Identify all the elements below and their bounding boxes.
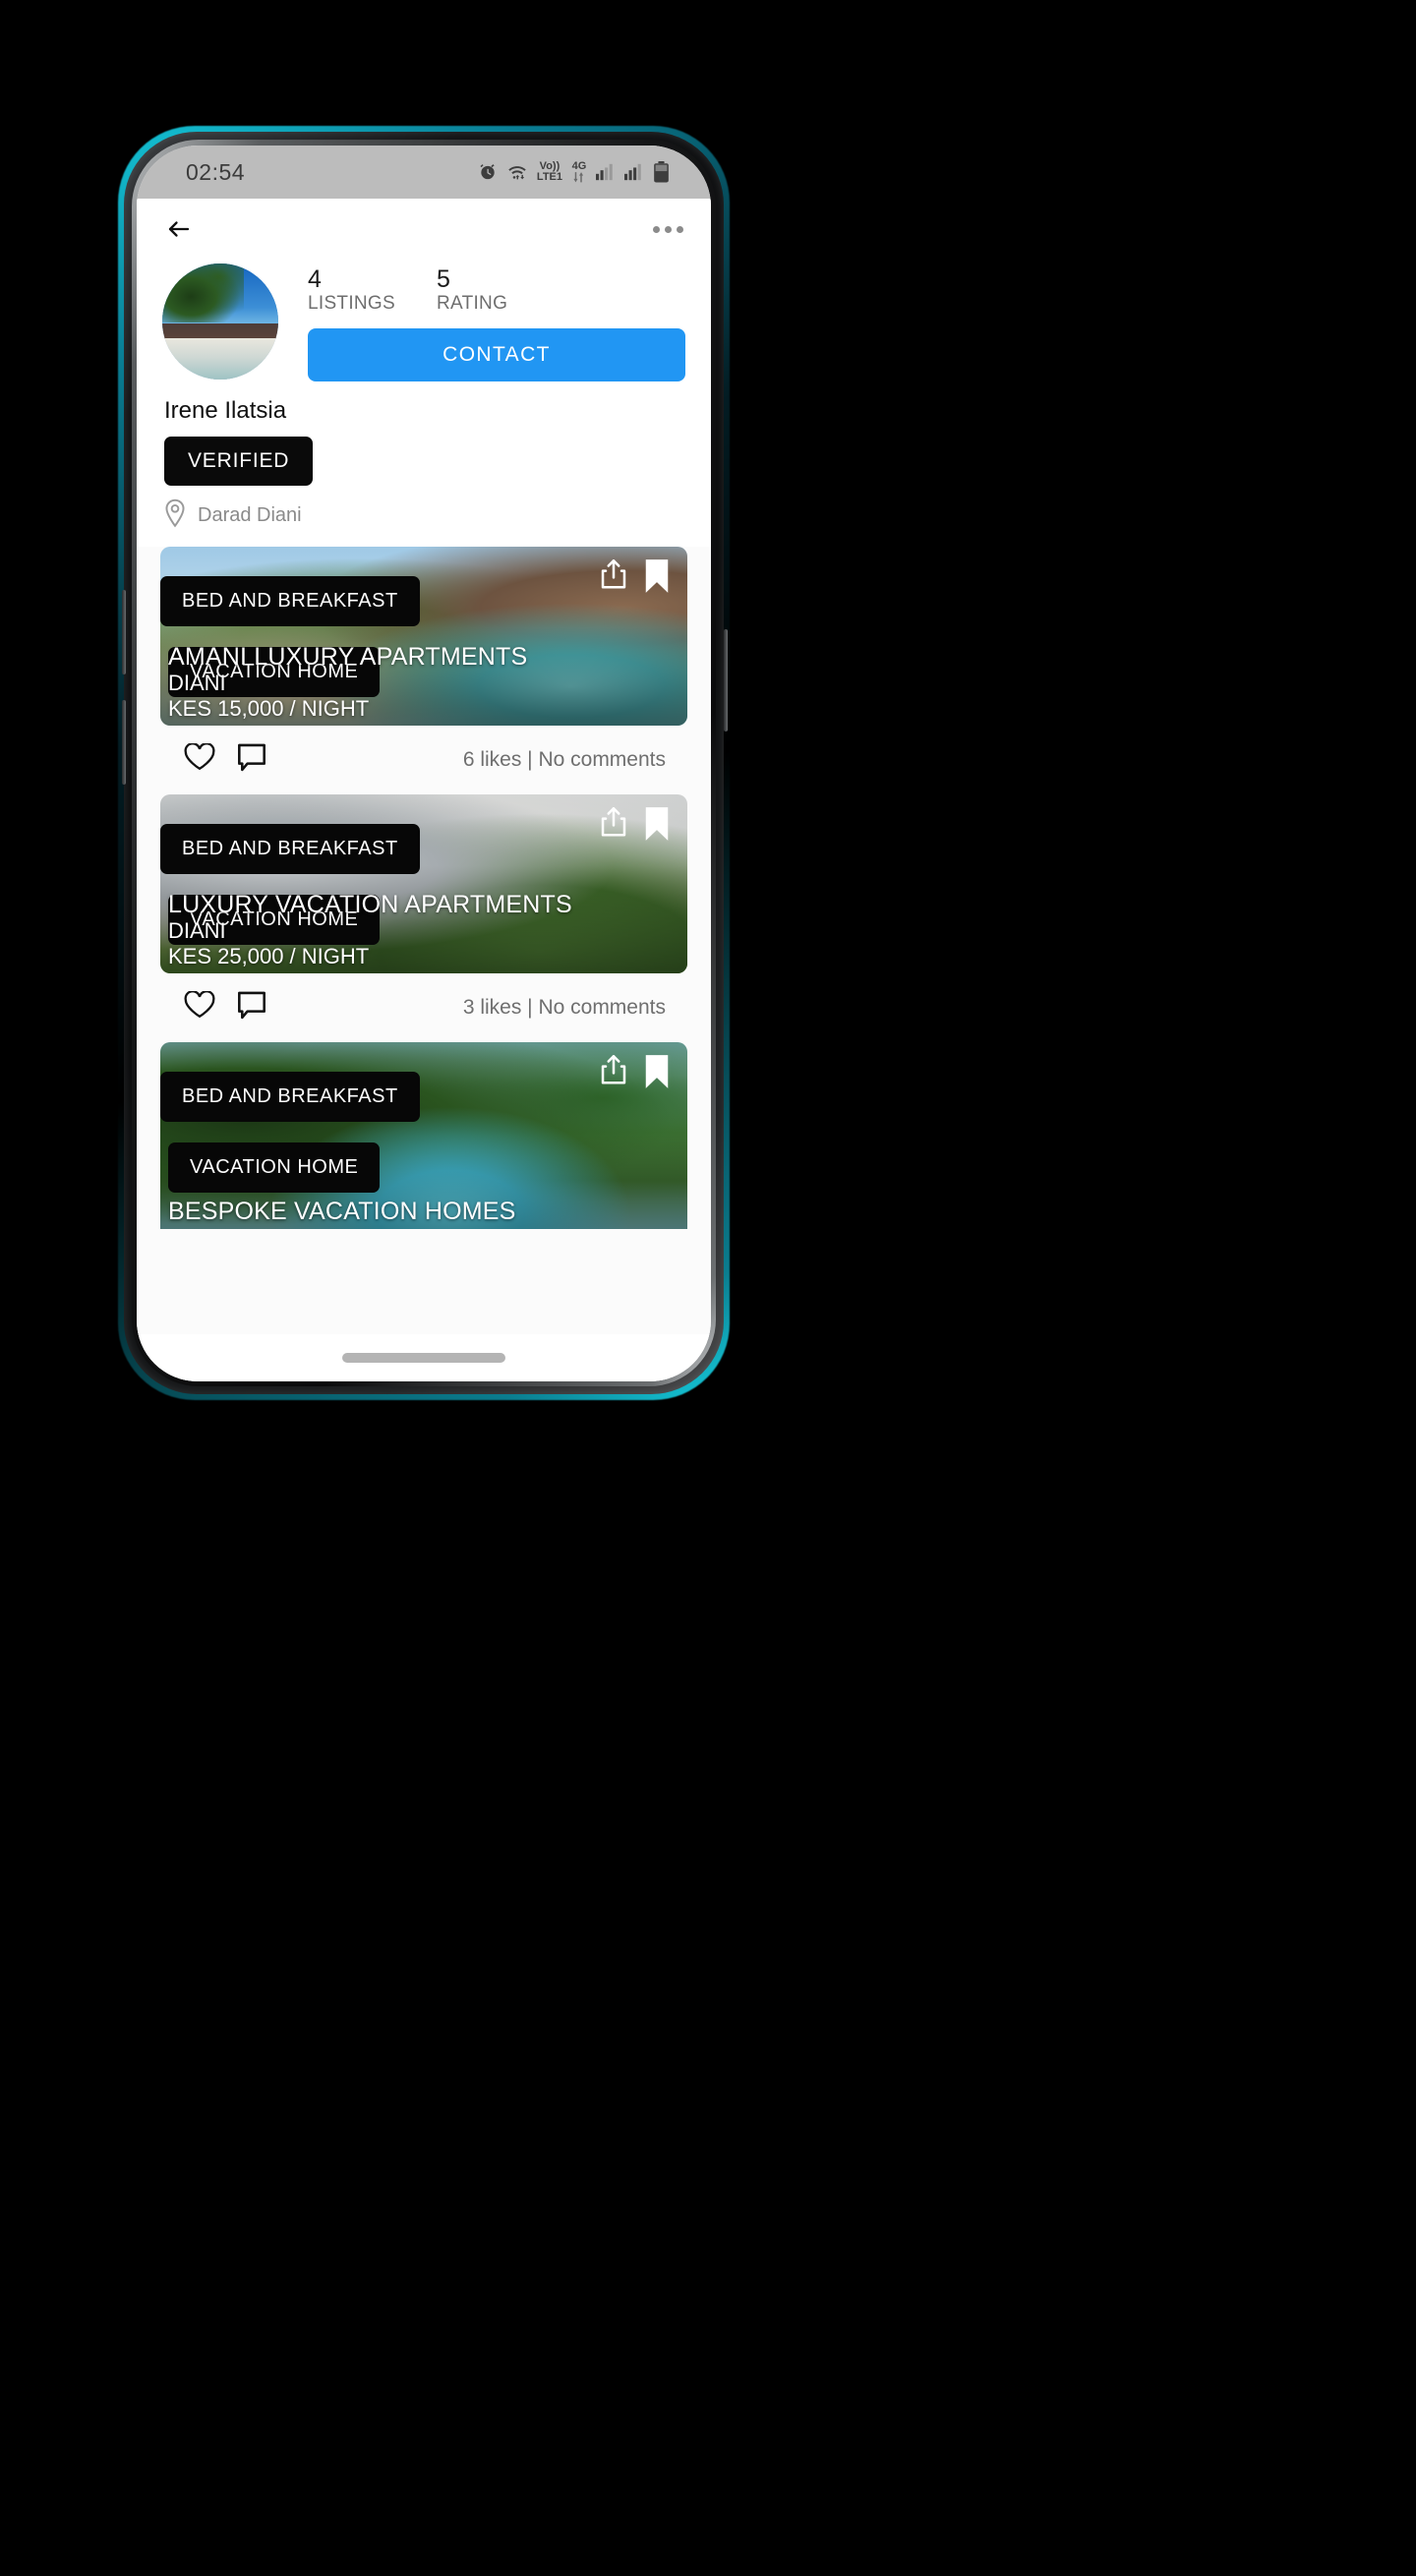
- listing-media-actions: [599, 1054, 670, 1094]
- listing-caption: BESPOKE VACATION HOMES: [168, 1198, 516, 1225]
- profile-location: Darad Diani: [137, 486, 711, 547]
- signal-sim2-icon: [624, 163, 644, 181]
- listing-tag-primary: BED AND BREAKFAST: [160, 1072, 420, 1122]
- profile-name: Irene Ilatsia: [137, 381, 711, 425]
- listings-feed: BED AND BREAKFAST VACATION HOME AMANI LU…: [137, 547, 711, 1229]
- app-top-bar: [137, 199, 711, 260]
- contact-button[interactable]: CONTACT: [308, 328, 685, 381]
- listing-price: KES 15,000 / NIGHT: [168, 695, 370, 721]
- volume-down-button[interactable]: [122, 700, 126, 785]
- phone-screen: 02:54 Vo)) LTE1 4G 4 LISTINGS 5 RATING C…: [137, 146, 711, 1381]
- avatar[interactable]: [162, 263, 278, 380]
- profile-stats-row: 4 LISTINGS 5 RATING: [308, 263, 685, 315]
- battery-icon: [653, 161, 670, 183]
- stat-listings: 4 LISTINGS: [308, 265, 395, 315]
- stat-rating-label: RATING: [436, 293, 508, 314]
- profile-header: 4 LISTINGS 5 RATING CONTACT: [137, 260, 711, 381]
- volume-up-button[interactable]: [122, 590, 126, 674]
- stat-listings-value: 4: [308, 265, 322, 293]
- stat-rating-value: 5: [436, 265, 450, 293]
- power-button[interactable]: [724, 629, 728, 732]
- engagement-summary: 3 likes | No comments: [462, 996, 666, 1019]
- share-icon[interactable]: [599, 806, 628, 843]
- network-label: 4G: [571, 160, 587, 172]
- engagement-actions: [184, 990, 266, 1025]
- engagement-summary: 6 likes | No comments: [462, 748, 666, 771]
- listing-engagement-bar: 3 likes | No comments: [160, 973, 687, 1042]
- listing-caption: AMANI LUXURY APARTMENTS DIANI KES 15,000…: [168, 643, 527, 722]
- comment-icon[interactable]: [237, 991, 266, 1025]
- listing-card[interactable]: BED AND BREAKFAST VACATION HOME: [160, 1042, 687, 1229]
- listing-media[interactable]: BED AND BREAKFAST VACATION HOME: [160, 1042, 687, 1229]
- volte-icon: Vo)) LTE1: [537, 161, 562, 183]
- app-content: 4 LISTINGS 5 RATING CONTACT Irene Ilatsi…: [137, 199, 711, 1381]
- profile-stats-column: 4 LISTINGS 5 RATING CONTACT: [278, 263, 685, 381]
- bookmark-icon[interactable]: [644, 806, 670, 847]
- listing-media-actions: [599, 806, 670, 847]
- listing-media-actions: [599, 558, 670, 599]
- status-bar-icons: Vo)) LTE1 4G: [478, 161, 670, 183]
- like-heart-icon[interactable]: [184, 990, 215, 1025]
- listing-location: DIANI: [168, 670, 226, 695]
- bookmark-icon[interactable]: [644, 1054, 670, 1094]
- profile-location-text: Darad Diani: [198, 504, 302, 526]
- listing-media[interactable]: BED AND BREAKFAST VACATION HOME: [160, 794, 687, 973]
- listing-card[interactable]: BED AND BREAKFAST VACATION HOME: [160, 547, 687, 726]
- home-indicator[interactable]: [342, 1353, 505, 1363]
- status-badge: VERIFIED: [164, 437, 314, 486]
- listing-tag-primary: BED AND BREAKFAST: [160, 576, 420, 626]
- stat-rating: 5 RATING: [437, 265, 507, 315]
- listing-media[interactable]: BED AND BREAKFAST VACATION HOME: [160, 547, 687, 726]
- location-pin-icon: [162, 498, 188, 533]
- more-options-icon[interactable]: [653, 225, 683, 233]
- signal-sim1-icon: [596, 163, 616, 181]
- bookmark-icon[interactable]: [644, 558, 670, 599]
- share-icon[interactable]: [599, 1054, 628, 1090]
- listing-engagement-bar: 6 likes | No comments: [160, 726, 687, 794]
- fourg-icon: 4G: [571, 161, 587, 183]
- verified-badge-wrap: VERIFIED: [137, 425, 711, 486]
- listing-title: LUXURY VACATION APARTMENTS: [168, 890, 572, 918]
- like-heart-icon[interactable]: [184, 742, 215, 777]
- listing-price: KES 25,000 / NIGHT: [168, 943, 370, 968]
- stat-listings-label: LISTINGS: [308, 293, 395, 314]
- share-icon[interactable]: [599, 558, 628, 595]
- listing-caption: LUXURY VACATION APARTMENTS DIANI KES 25,…: [168, 891, 572, 969]
- listing-card[interactable]: BED AND BREAKFAST VACATION HOME: [160, 794, 687, 973]
- listing-tag-primary: BED AND BREAKFAST: [160, 824, 420, 874]
- status-bar: 02:54 Vo)) LTE1 4G: [137, 146, 711, 199]
- listing-tag-secondary: VACATION HOME: [168, 1142, 381, 1193]
- wifi-icon: [506, 162, 528, 182]
- status-bar-clock: 02:54: [186, 158, 246, 185]
- comment-icon[interactable]: [237, 743, 266, 777]
- alarm-icon: [478, 162, 498, 182]
- home-indicator-bar: [137, 1334, 711, 1381]
- listing-location: DIANI: [168, 917, 226, 943]
- listing-title: AMANI LUXURY APARTMENTS: [168, 642, 528, 671]
- engagement-actions: [184, 742, 266, 777]
- screenshot-stage: 02:54 Vo)) LTE1 4G 4 LISTINGS 5 RATING C…: [0, 0, 1416, 2576]
- listing-title: BESPOKE VACATION HOMES: [168, 1198, 516, 1225]
- volte-label-bottom: LTE1: [536, 171, 562, 183]
- back-icon[interactable]: [162, 212, 196, 246]
